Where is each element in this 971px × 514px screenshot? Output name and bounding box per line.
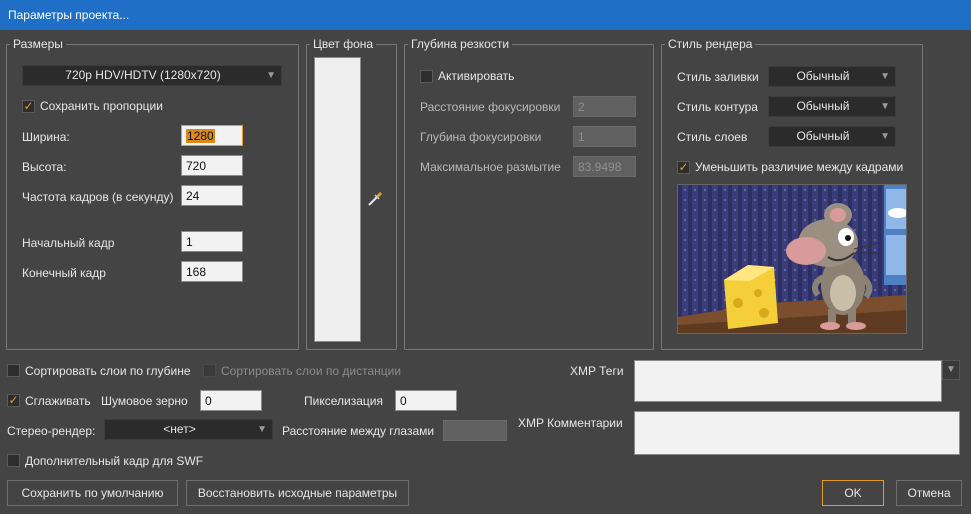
dof-enable-label: Активировать: [438, 69, 515, 83]
end-frame-label: Конечный кадр: [22, 266, 106, 280]
start-frame-label: Начальный кадр: [22, 236, 115, 250]
end-frame-field[interactable]: 168: [181, 261, 243, 282]
pixelization-field[interactable]: 0: [395, 390, 457, 411]
check-icon: ✓: [678, 160, 689, 174]
dof-enable-checkbox[interactable]: [420, 70, 433, 83]
dof-group: [404, 44, 654, 350]
height-field[interactable]: 720: [181, 155, 243, 176]
ok-button[interactable]: OK: [822, 480, 884, 506]
window-title: Параметры проекта...: [8, 8, 130, 22]
eyedropper-icon[interactable]: [366, 190, 384, 208]
sort-distance-checkbox[interactable]: [203, 364, 216, 377]
size-preset-dropdown[interactable]: 720p HDV/HDTV (1280x720) ▼: [22, 65, 282, 86]
xmp-tags-label: XMP Теги: [570, 364, 624, 378]
stereo-render-dropdown[interactable]: <нет> ▼: [104, 419, 273, 440]
keep-ratio-checkbox[interactable]: ✓: [22, 100, 35, 113]
chevron-down-icon: ▼: [880, 71, 890, 82]
outline-style-label: Стиль контура: [677, 100, 758, 114]
focus-distance-label: Расстояние фокусировки: [420, 100, 561, 114]
pixelization-label: Пикселизация: [304, 394, 383, 408]
check-icon: ✓: [8, 393, 19, 407]
outline-style-value: Обычный: [796, 99, 850, 113]
render-preview-image: [677, 184, 907, 334]
bg-color-group-title: Цвет фона: [310, 37, 377, 51]
antialias-label: Сглаживать: [25, 394, 91, 408]
cancel-button[interactable]: Отмена: [896, 480, 962, 506]
keep-ratio-label: Сохранить пропорции: [40, 99, 163, 113]
layers-style-value: Обычный: [796, 129, 850, 143]
sort-distance-label: Сортировать слои по дистанции: [221, 364, 402, 378]
xmp-tags-field[interactable]: [634, 360, 942, 402]
size-group-title: Размеры: [10, 37, 66, 51]
chevron-down-icon: ▼: [880, 131, 890, 142]
antialias-checkbox[interactable]: ✓: [7, 394, 20, 407]
start-frame-field[interactable]: 1: [181, 231, 243, 252]
bg-color-swatch[interactable]: [314, 57, 361, 342]
layers-style-dropdown[interactable]: Обычный ▼: [768, 126, 896, 147]
chevron-down-icon: ▼: [266, 70, 276, 81]
check-icon: ✓: [23, 99, 34, 113]
noise-grain-label: Шумовое зерно: [101, 394, 188, 408]
chevron-down-icon: ▼: [946, 364, 956, 375]
xmp-comments-label: XMP Комментарии: [518, 416, 623, 430]
width-value: 1280: [186, 129, 215, 143]
fill-style-label: Стиль заливки: [677, 70, 759, 84]
fps-field[interactable]: 24: [181, 185, 243, 206]
eye-distance-label: Расстояние между глазами: [282, 424, 435, 438]
reduce-diff-checkbox[interactable]: ✓: [677, 161, 690, 174]
eye-distance-field[interactable]: [443, 420, 507, 441]
height-label: Высота:: [22, 160, 67, 174]
save-default-button[interactable]: Сохранить по умолчанию: [7, 480, 178, 506]
reduce-diff-label: Уменьшить различие между кадрами: [695, 160, 904, 174]
sort-depth-checkbox[interactable]: [7, 364, 20, 377]
render-style-group-title: Стиль рендера: [665, 37, 756, 51]
layers-style-label: Стиль слоев: [677, 130, 748, 144]
max-blur-field[interactable]: 83.9498: [573, 156, 636, 177]
max-blur-label: Максимальное размытие: [420, 160, 561, 174]
stereo-render-label: Стерео-рендер:: [7, 424, 96, 438]
swf-extra-frame-checkbox[interactable]: [7, 454, 20, 467]
noise-grain-field[interactable]: 0: [200, 390, 262, 411]
size-preset-value: 720p HDV/HDTV (1280x720): [65, 68, 221, 82]
xmp-comments-field[interactable]: [634, 411, 960, 455]
outline-style-dropdown[interactable]: Обычный ▼: [768, 96, 896, 117]
fps-label: Частота кадров (в секунду): [22, 190, 174, 204]
focus-distance-field[interactable]: 2: [573, 96, 636, 117]
swf-extra-frame-label: Дополнительный кадр для SWF: [25, 454, 204, 468]
width-field[interactable]: 1280: [181, 125, 243, 146]
title-bar: Параметры проекта...: [0, 0, 971, 30]
dof-group-title: Глубина резкости: [408, 37, 513, 51]
focus-depth-label: Глубина фокусировки: [420, 130, 542, 144]
xmp-tags-dropdown-arrow[interactable]: ▼: [942, 360, 960, 380]
stereo-render-value: <нет>: [163, 422, 196, 436]
fill-style-dropdown[interactable]: Обычный ▼: [768, 66, 896, 87]
sort-depth-label: Сортировать слои по глубине: [25, 364, 191, 378]
chevron-down-icon: ▼: [880, 101, 890, 112]
width-label: Ширина:: [22, 130, 70, 144]
fill-style-value: Обычный: [796, 69, 850, 83]
chevron-down-icon: ▼: [257, 424, 267, 435]
restore-defaults-button[interactable]: Восстановить исходные параметры: [186, 480, 409, 506]
focus-depth-field[interactable]: 1: [573, 126, 636, 147]
